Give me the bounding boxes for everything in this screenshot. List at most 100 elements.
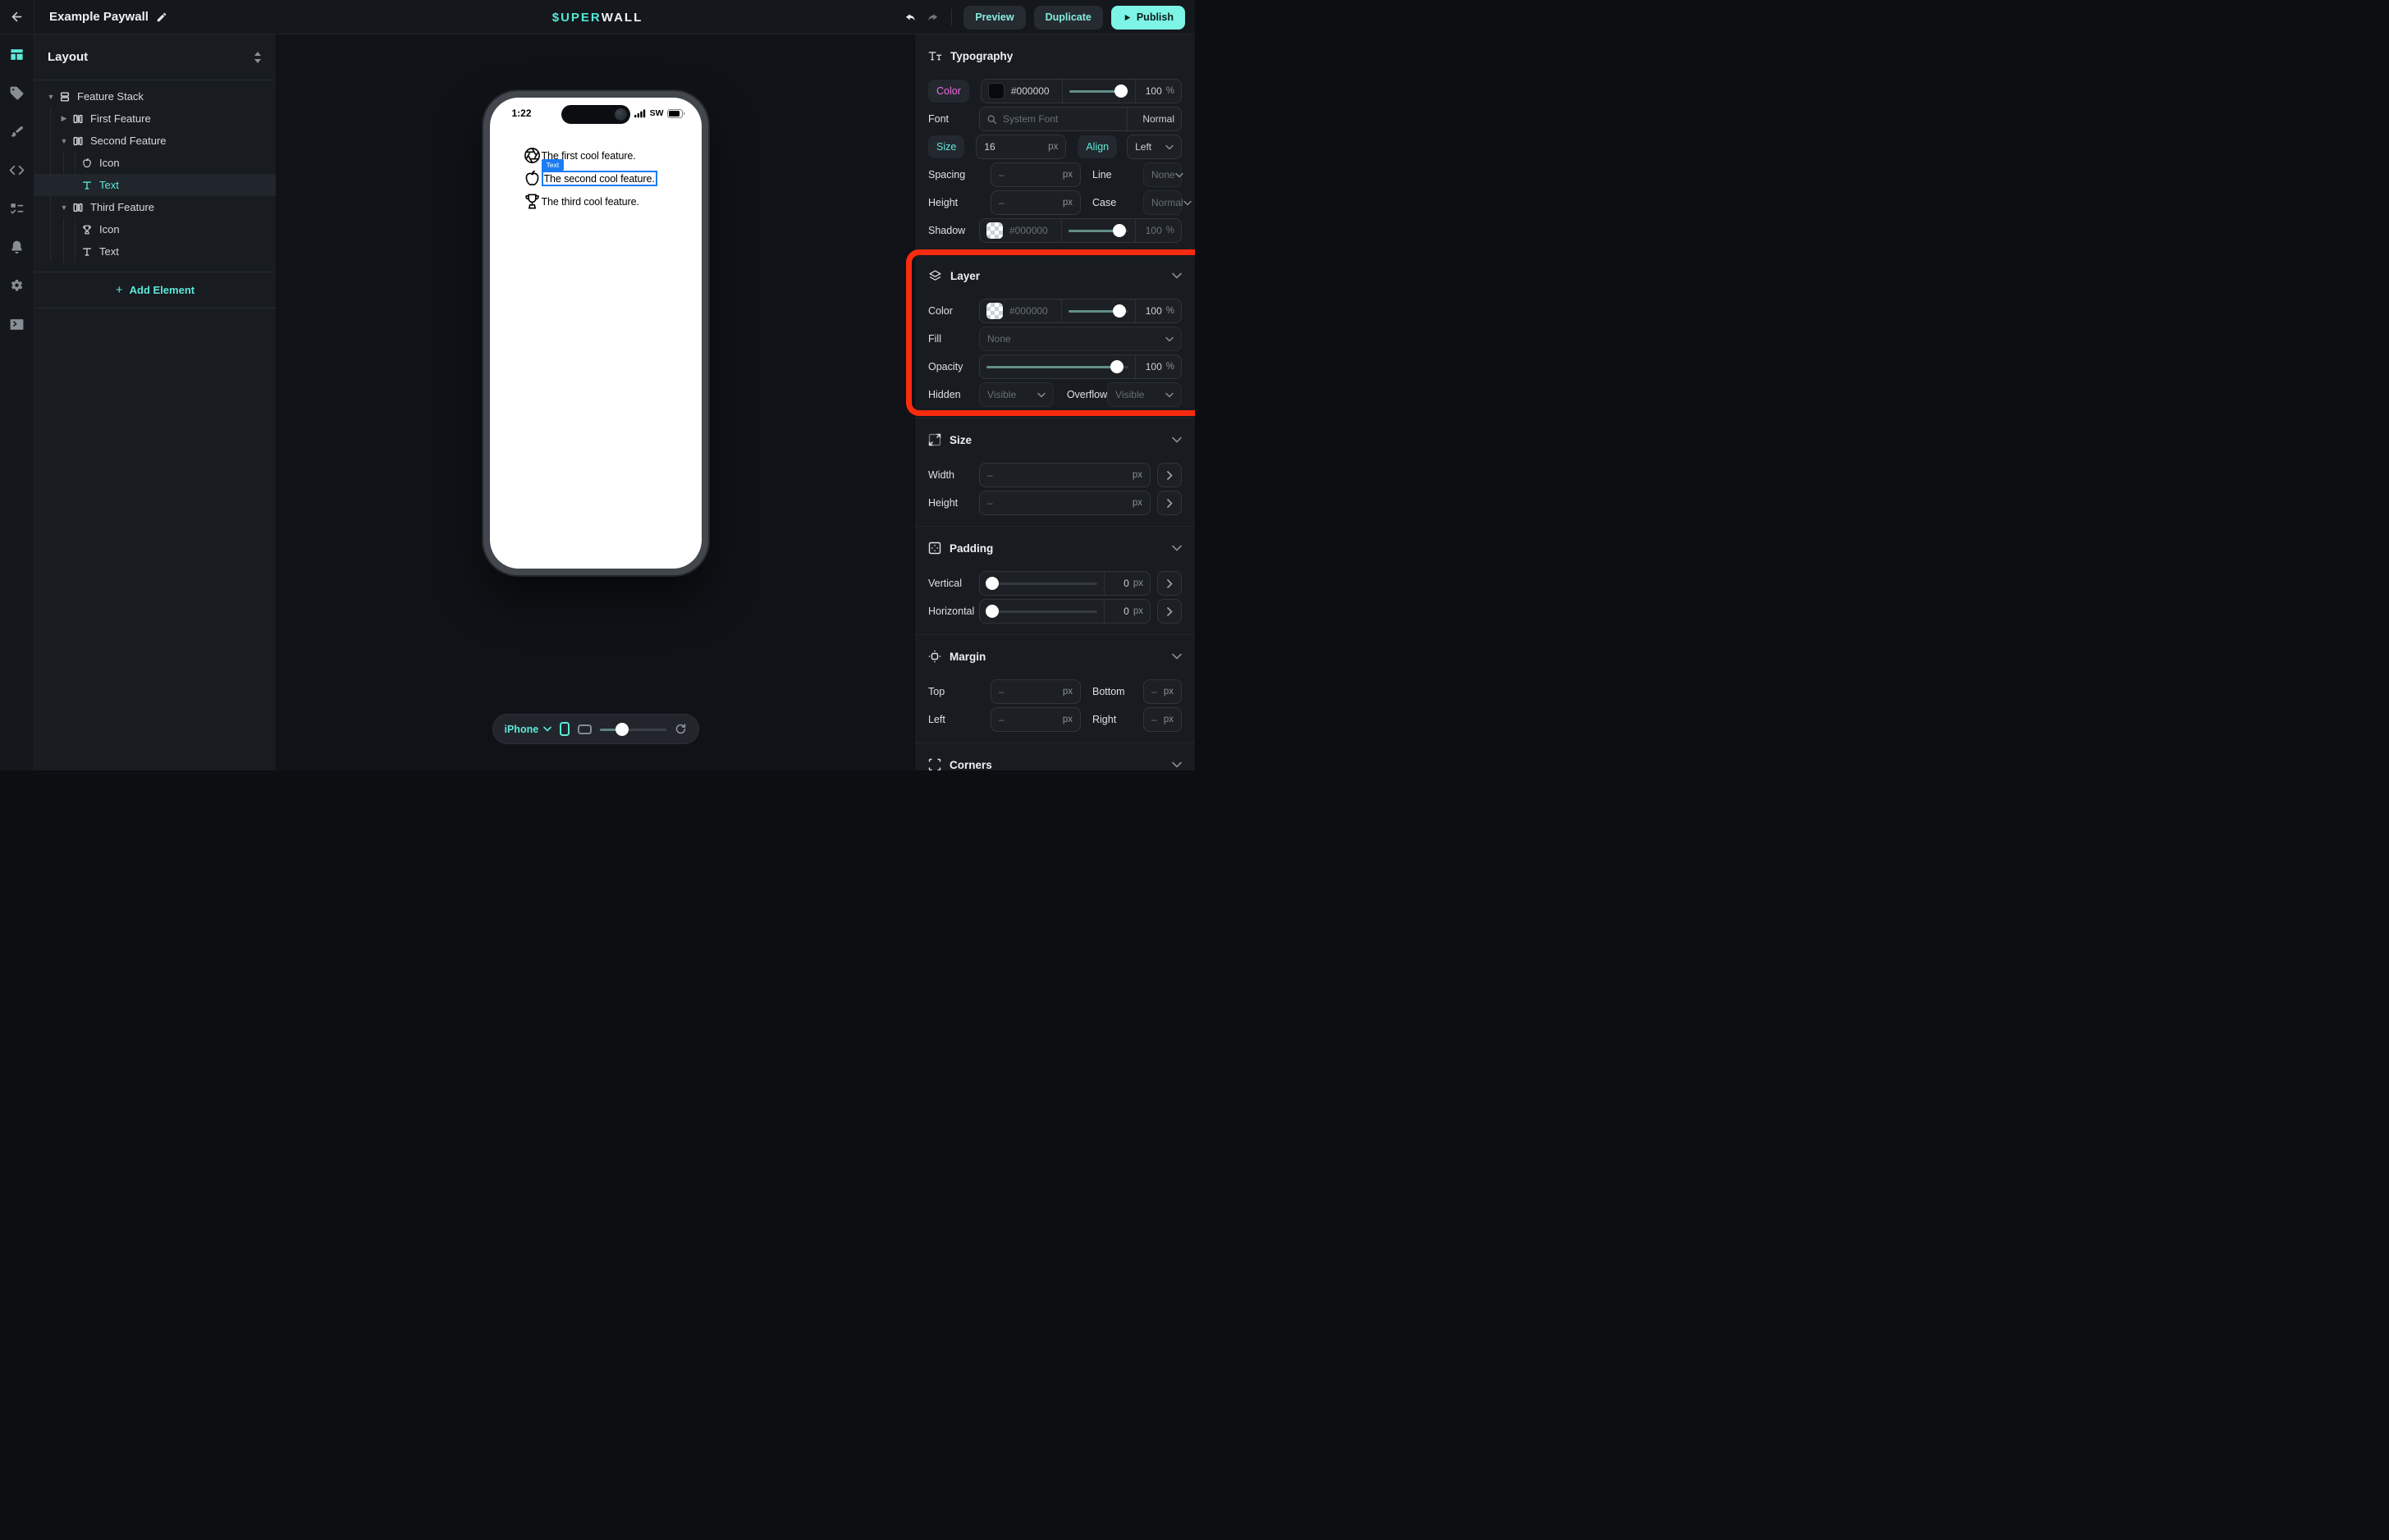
tree-item-label: First Feature	[90, 112, 151, 125]
redo-button[interactable]	[926, 11, 940, 25]
tree-item-third-feature[interactable]: ▼ Third Feature	[34, 196, 276, 218]
code-icon[interactable]	[9, 162, 25, 178]
gear-icon[interactable]	[9, 277, 25, 294]
case-select[interactable]: Normal	[1143, 190, 1182, 215]
brush-icon[interactable]	[9, 123, 25, 139]
tree-item-first-feature[interactable]: ▶ First Feature	[34, 107, 276, 130]
slider-thumb[interactable]	[1113, 224, 1126, 237]
margin-left-input[interactable]: – px	[991, 707, 1081, 732]
vertical-padding-slider[interactable]	[986, 577, 1097, 590]
width-input[interactable]: – px	[979, 463, 1151, 487]
height-input[interactable]: – px	[979, 491, 1151, 515]
overflow-select[interactable]: Visible	[1107, 382, 1182, 407]
selected-element-outline[interactable]: Text The second cool feature.	[542, 171, 657, 186]
tree-item-text[interactable]: Text	[34, 240, 276, 263]
slider-thumb[interactable]	[1113, 304, 1126, 318]
horizontal-value-cell[interactable]: 0 px	[1104, 600, 1150, 623]
expand-icon[interactable]: ▶	[57, 114, 71, 123]
vertical-value-cell[interactable]: 0 px	[1104, 572, 1150, 595]
horizontal-expand-button[interactable]	[1157, 599, 1182, 624]
layer-color-opacity-slider[interactable]	[1069, 304, 1128, 318]
size-property-chip[interactable]: Size	[928, 135, 964, 158]
zoom-slider[interactable]	[600, 723, 666, 736]
terminal-icon[interactable]	[9, 316, 25, 332]
opacity-slider[interactable]	[1069, 85, 1128, 98]
sort-icon[interactable]	[253, 52, 263, 63]
margin-bottom-input[interactable]: – px	[1143, 679, 1182, 704]
landscape-icon[interactable]	[578, 724, 592, 734]
collapse-icon[interactable]: ▼	[57, 203, 71, 212]
letter-spacing-input[interactable]: – px	[991, 162, 1081, 187]
slider-thumb[interactable]	[986, 577, 999, 590]
add-element-button[interactable]: + Add Element	[34, 272, 276, 308]
collapse-section-icon[interactable]	[1172, 545, 1182, 551]
align-select[interactable]: Left	[1127, 135, 1182, 159]
tree-item-feature-stack[interactable]: ▼ Feature Stack	[34, 85, 276, 107]
color-hex-cell[interactable]: #000000	[982, 80, 1062, 103]
color-property-chip[interactable]: Color	[928, 80, 969, 103]
slider-thumb[interactable]	[986, 605, 999, 618]
refresh-icon[interactable]	[675, 723, 687, 735]
opacity-slider[interactable]	[986, 360, 1128, 373]
publish-button[interactable]: Publish	[1111, 6, 1185, 30]
hidden-select[interactable]: Visible	[979, 382, 1054, 407]
align-property-chip[interactable]: Align	[1078, 135, 1117, 158]
slider-thumb[interactable]	[1114, 85, 1128, 98]
bell-icon[interactable]	[9, 239, 25, 255]
tree-item-second-feature[interactable]: ▼ Second Feature	[34, 130, 276, 152]
duplicate-button[interactable]: Duplicate	[1034, 6, 1103, 30]
feature-row-second[interactable]: Text The second cool feature.	[523, 169, 669, 188]
width-expand-button[interactable]	[1157, 463, 1182, 487]
collapse-icon[interactable]: ▼	[44, 93, 57, 101]
shadow-opacity-value-cell[interactable]: 100 %	[1135, 219, 1181, 242]
feature-row-third[interactable]: The third cool feature.	[523, 192, 669, 211]
font-weight-select[interactable]: Normal	[1127, 107, 1181, 130]
color-opacity-value-cell[interactable]: 100 %	[1135, 80, 1181, 103]
layout-icon[interactable]	[9, 46, 25, 62]
font-size-input[interactable]: 16 px	[976, 135, 1066, 159]
collapse-section-icon[interactable]	[1172, 272, 1182, 279]
tree-item-icon[interactable]: Icon	[34, 152, 276, 174]
color-opacity-slider-cell	[1062, 80, 1135, 103]
layer-opacity-value-cell[interactable]: 100 %	[1135, 299, 1181, 322]
line-height-input[interactable]: – px	[991, 190, 1081, 215]
collapse-icon[interactable]: ▼	[57, 137, 71, 145]
tree-item-text-selected[interactable]: Text	[34, 174, 276, 196]
color-swatch[interactable]	[988, 83, 1005, 99]
shadow-hex-value[interactable]: #000000	[1009, 225, 1048, 236]
shadow-opacity-slider[interactable]	[1069, 224, 1128, 237]
shadow-color-swatch[interactable]	[986, 222, 1003, 239]
tag-icon[interactable]	[9, 85, 25, 101]
undo-button[interactable]	[904, 11, 918, 25]
portrait-icon[interactable]	[560, 722, 570, 736]
margin-top-input[interactable]: – px	[991, 679, 1081, 704]
collapse-section-icon[interactable]	[1172, 436, 1182, 443]
back-button[interactable]	[0, 0, 34, 34]
device-selector[interactable]: iPhone	[505, 724, 552, 735]
topbar-actions: Preview Duplicate Publish	[904, 0, 1185, 34]
padding-header: Padding	[928, 538, 1182, 558]
color-hex-value[interactable]: #000000	[1011, 85, 1050, 97]
font-search-field[interactable]: System Font	[980, 107, 1127, 130]
layer-color-swatch[interactable]	[986, 303, 1003, 319]
opacity-value-cell[interactable]: 100 %	[1135, 355, 1181, 378]
edit-title-button[interactable]	[156, 11, 167, 23]
collapse-section-icon[interactable]	[1172, 761, 1182, 768]
vertical-expand-button[interactable]	[1157, 571, 1182, 596]
section-title: Size	[950, 434, 1164, 446]
preview-button[interactable]: Preview	[963, 6, 1025, 30]
slider-thumb[interactable]	[1110, 360, 1124, 373]
vertical-label: Vertical	[928, 578, 979, 589]
shadow-hex-cell[interactable]: #000000	[980, 219, 1061, 242]
slider-thumb[interactable]	[616, 723, 629, 736]
layer-color-hex-value[interactable]: #000000	[1009, 305, 1048, 317]
margin-right-input[interactable]: – px	[1143, 707, 1182, 732]
fill-select[interactable]: None	[979, 327, 1182, 351]
layer-color-hex-cell[interactable]: #000000	[980, 299, 1061, 322]
checklist-icon[interactable]	[9, 200, 25, 217]
horizontal-padding-slider[interactable]	[986, 605, 1097, 618]
height-expand-button[interactable]	[1157, 491, 1182, 515]
line-select[interactable]: None	[1143, 162, 1182, 187]
collapse-section-icon[interactable]	[1172, 653, 1182, 660]
tree-item-icon[interactable]: Icon	[34, 218, 276, 240]
